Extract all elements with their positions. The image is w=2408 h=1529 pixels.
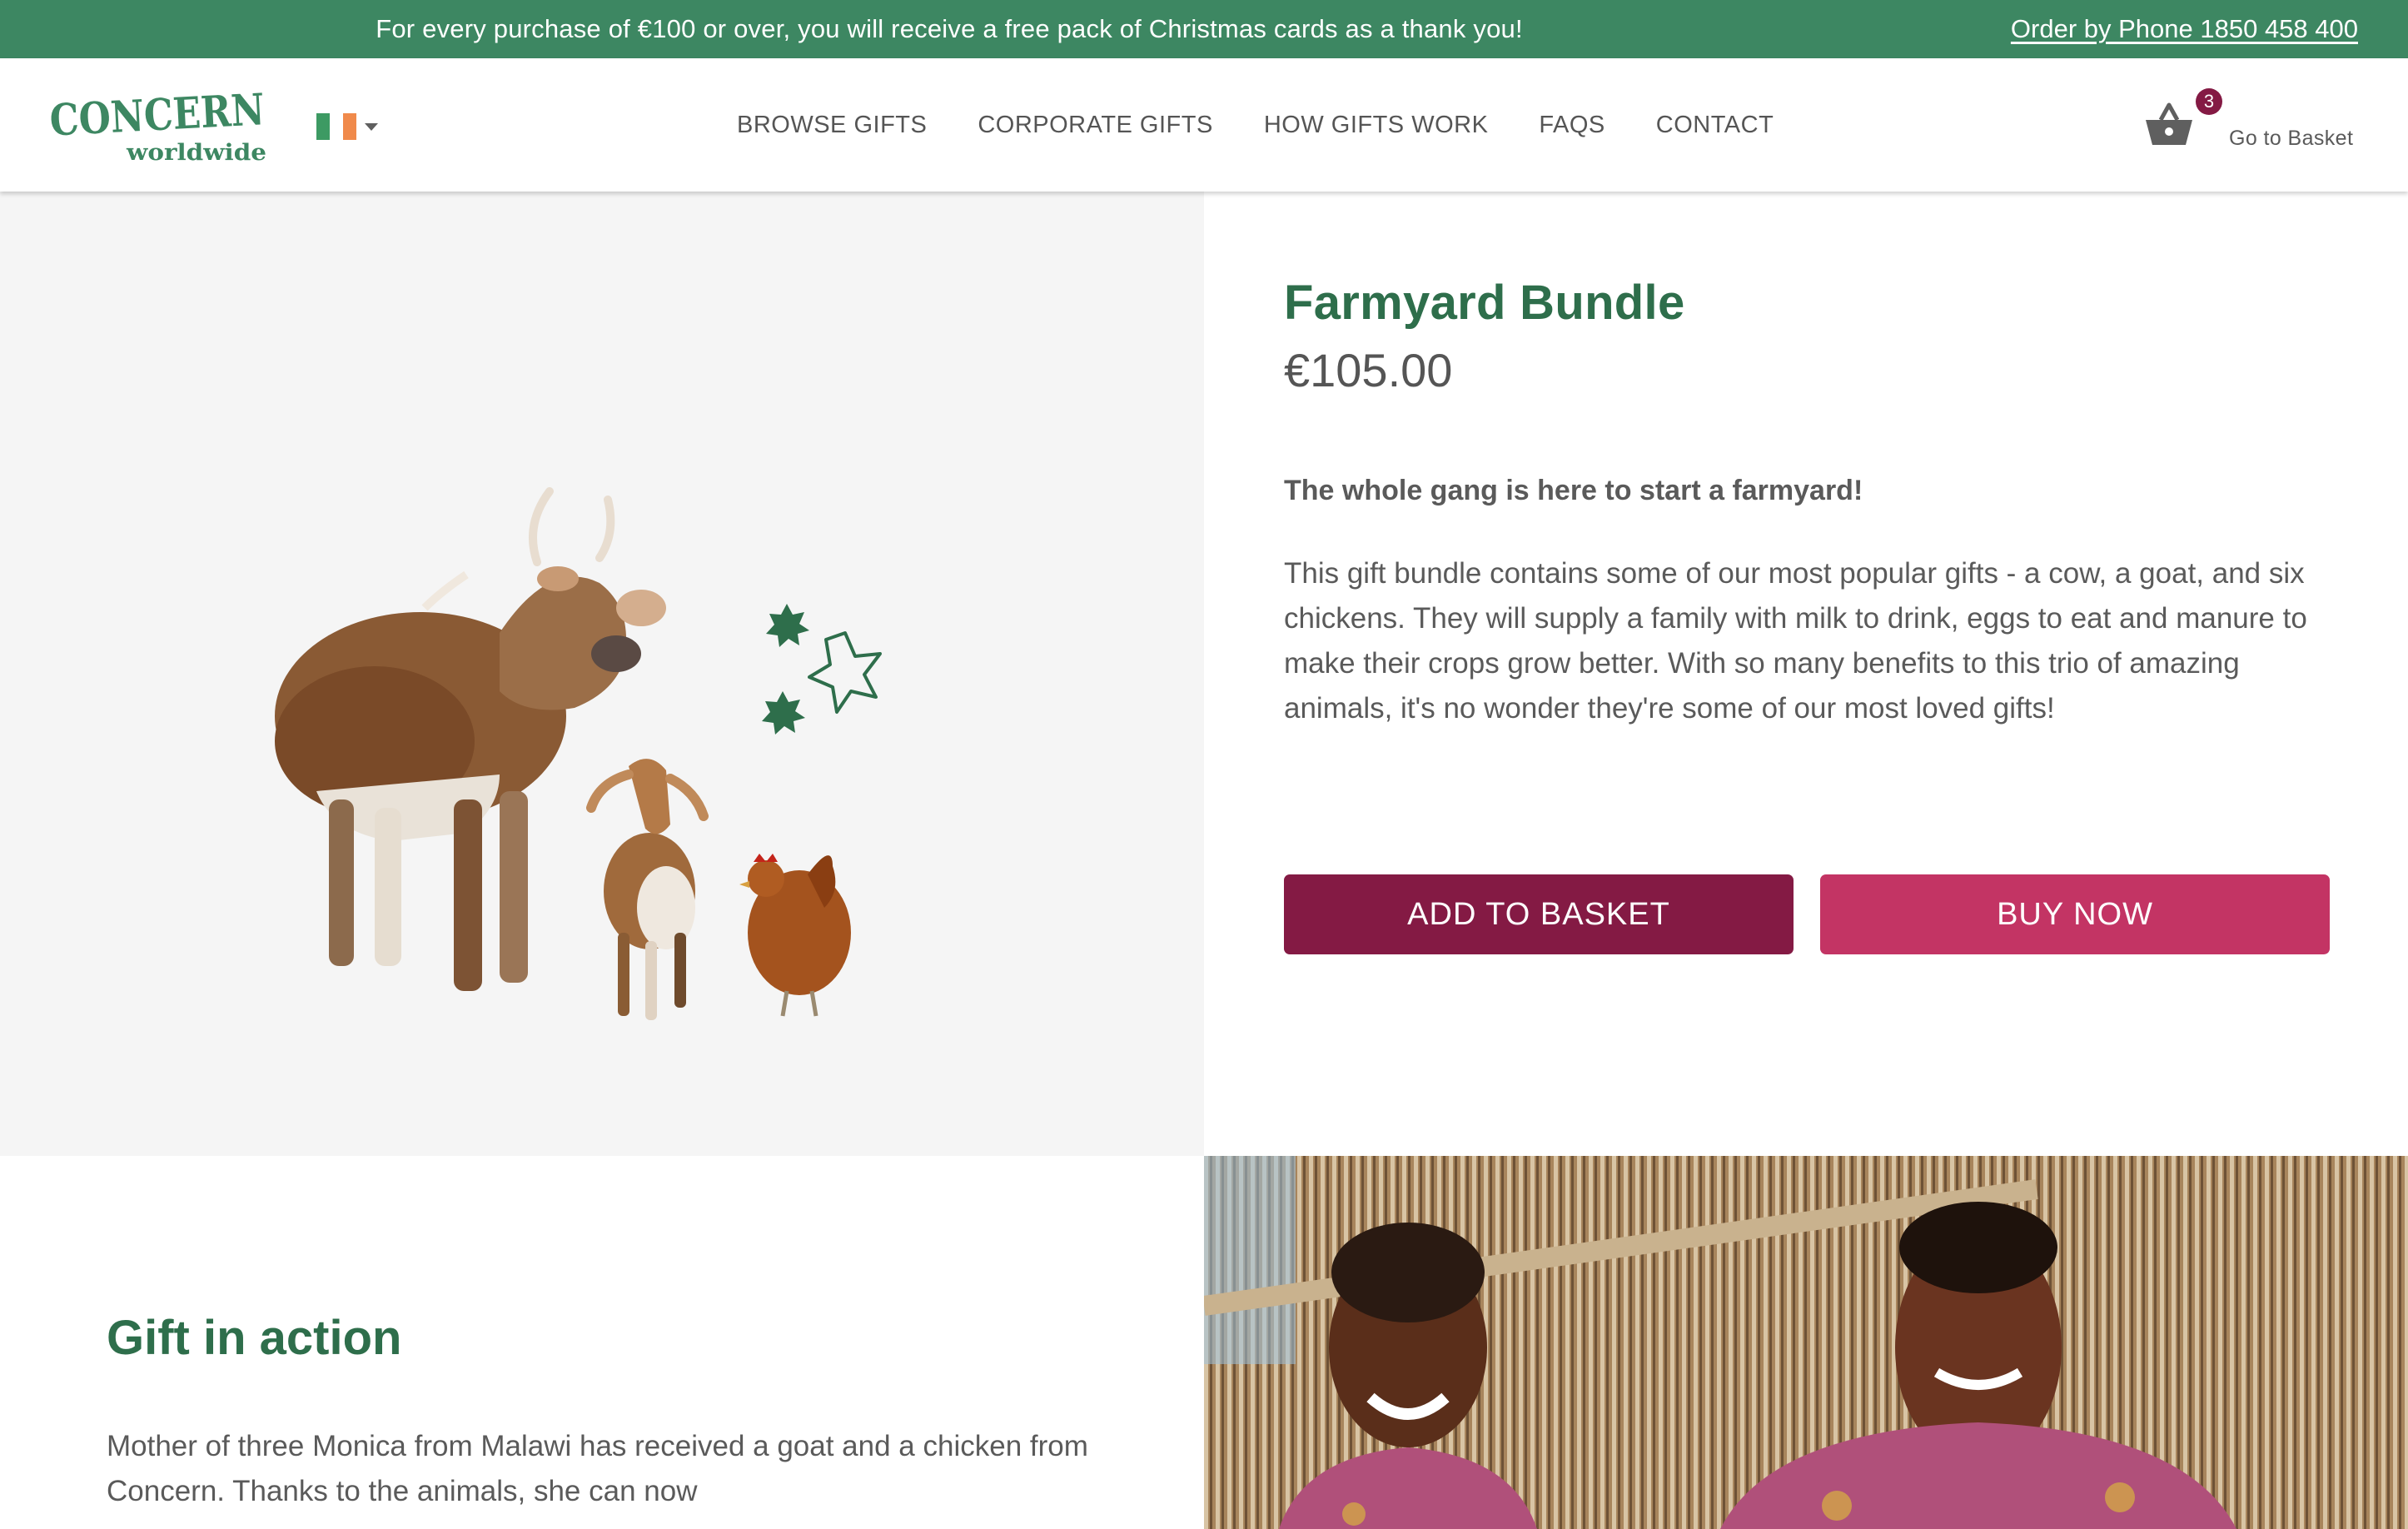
concern-worldwide-logo[interactable]: CONCERN worldwide	[48, 84, 268, 166]
main-nav: BROWSE GIFTS CORPORATE GIFTS HOW GIFTS W…	[737, 58, 1774, 192]
stars-decoration	[762, 604, 882, 735]
gift-in-action-title: Gift in action	[107, 1311, 402, 1365]
nav-how-gifts-work[interactable]: HOW GIFTS WORK	[1264, 112, 1489, 139]
buy-now-button[interactable]: BUY NOW	[1820, 874, 2330, 954]
product-tagline: The whole gang is here to start a farmya…	[1284, 475, 1863, 506]
chicken-illustration	[739, 854, 851, 1017]
gift-in-action-section: Gift in action Mother of three Monica fr…	[0, 1156, 1204, 1529]
product-details: Farmyard Bundle €105.00 The whole gang i…	[1204, 192, 2408, 1156]
gift-in-action-text: Mother of three Monica from Malawi has r…	[107, 1430, 1088, 1507]
go-to-basket-button[interactable]: 3 Go to Basket	[2144, 88, 2394, 163]
nav-corporate-gifts[interactable]: CORPORATE GIFTS	[978, 112, 1212, 139]
product-price: €105.00	[1284, 344, 1453, 396]
order-by-phone-link[interactable]: Order by Phone 1850 458 400	[2011, 0, 2358, 58]
basket-count-badge: 3	[2196, 88, 2222, 115]
gift-in-action-photo	[1204, 1156, 2408, 1529]
nav-contact[interactable]: CONTACT	[1656, 112, 1774, 139]
product-title: Farmyard Bundle	[1284, 276, 1685, 330]
nav-faqs[interactable]: FAQS	[1539, 112, 1605, 139]
goat-illustration	[586, 759, 709, 1020]
logo-subtitle: worldwide	[126, 140, 266, 163]
promo-message: For every purchase of €100 or over, you …	[376, 14, 1523, 43]
country-selector[interactable]	[316, 113, 383, 140]
mother-and-child-photo	[1204, 1156, 2408, 1529]
ireland-flag-icon	[316, 113, 330, 140]
chevron-down-icon	[365, 123, 378, 131]
product-image-panel	[0, 192, 1204, 1156]
promo-bar: For every purchase of €100 or over, you …	[0, 0, 2408, 58]
basket-icon	[2146, 102, 2192, 145]
nav-browse-gifts[interactable]: BROWSE GIFTS	[737, 112, 927, 139]
product-description: This gift bundle contains some of our mo…	[1284, 557, 2307, 725]
logo-wordmark: CONCERN	[48, 87, 266, 147]
basket-label: Go to Basket	[2229, 127, 2354, 150]
cow-illustration	[275, 487, 666, 991]
add-to-basket-button[interactable]: ADD TO BASKET	[1284, 874, 1794, 954]
site-header: CONCERN worldwide BROWSE GIFTS CORPORATE…	[0, 58, 2408, 192]
farmyard-bundle-image	[275, 487, 882, 1020]
